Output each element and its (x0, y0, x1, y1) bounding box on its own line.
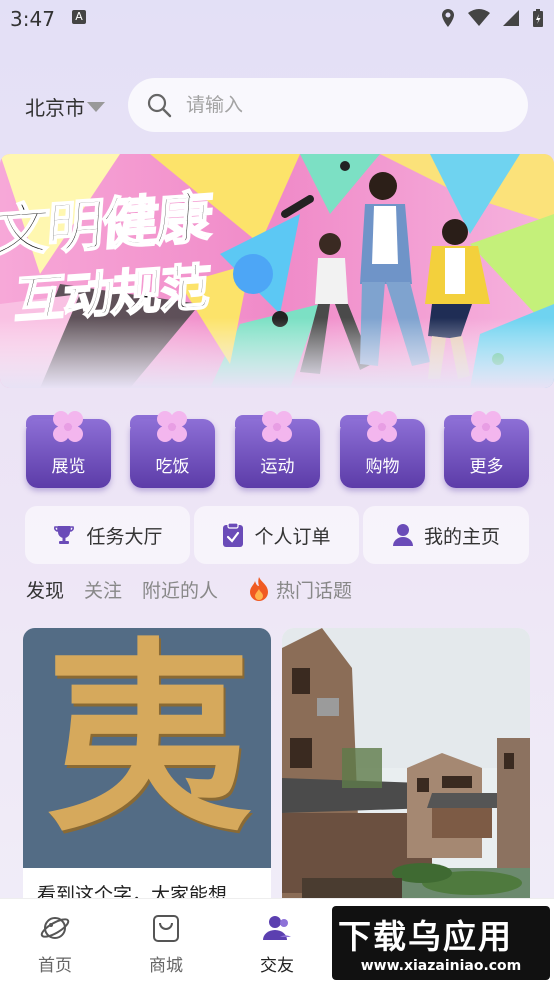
nav-home-label: 首页 (38, 956, 72, 976)
my-orders-button[interactable]: 个人订单 (194, 506, 359, 564)
friends-icon (263, 916, 291, 940)
tab-nearby[interactable]: 附近的人 (142, 576, 218, 603)
search-icon (147, 93, 172, 118)
category-label: 展览 (51, 457, 86, 477)
category-label: 吃饭 (155, 457, 190, 477)
signal-icon (503, 10, 519, 26)
watermark: 下载乌应用 www.xiazainiao.com (332, 906, 550, 980)
my-homepage-button[interactable]: 我的主页 (363, 506, 529, 564)
category-food[interactable]: 吃饭 (130, 407, 215, 488)
flower-icon (262, 411, 292, 442)
search-input[interactable] (186, 94, 506, 116)
category-more[interactable]: 更多 (444, 407, 529, 488)
user-icon (392, 524, 413, 546)
my-orders-label: 个人订单 (254, 525, 331, 548)
nav-mall[interactable]: 商城 (126, 911, 206, 976)
post-image (282, 628, 530, 918)
flower-icon (471, 411, 501, 442)
tab-following[interactable]: 关注 (84, 576, 122, 603)
my-homepage-label: 我的主页 (423, 525, 500, 548)
status-time: 3:47 (10, 7, 55, 31)
battery-icon (533, 9, 543, 27)
trophy-icon (54, 526, 75, 544)
city-label: 北京市 (25, 96, 85, 120)
watermark-title: 下载乌应用 (338, 917, 513, 956)
category-grid: 展览 吃饭 运动 购物 更多 (26, 407, 530, 489)
flower-icon (367, 411, 397, 442)
post-image-glyph: 夷 (46, 628, 252, 860)
chevron-down-icon (87, 101, 105, 112)
bag-icon (153, 915, 179, 942)
city-selector[interactable]: 北京市 (25, 92, 105, 121)
nav-friends-label: 交友 (260, 956, 294, 976)
fire-icon (250, 577, 269, 601)
nav-friends[interactable]: 交友 (237, 911, 317, 976)
task-hall-button[interactable]: 任务大厅 (25, 506, 190, 564)
search-bar[interactable] (128, 78, 528, 132)
watermark-url: www.xiazainiao.com (360, 958, 522, 974)
category-exhibition[interactable]: 展览 (26, 407, 111, 488)
category-shopping[interactable]: 购物 (340, 407, 425, 488)
flower-icon (157, 411, 187, 442)
task-hall-label: 任务大厅 (86, 525, 163, 548)
clipboard-icon (223, 522, 244, 547)
banner-headline-2: 互动规范 (12, 257, 212, 330)
feed-tabs: 发现 关注 附近的人 热门话题 (26, 574, 352, 604)
post-card[interactable]: 夷 看到这个字，大家能想 (23, 628, 271, 918)
category-label: 运动 (260, 457, 295, 477)
status-icons (440, 7, 544, 29)
category-label: 更多 (469, 457, 504, 477)
nav-home[interactable]: 首页 (15, 911, 95, 976)
status-bar: 3:47 A (0, 0, 554, 36)
promo-banner[interactable]: 文明健康 互动规范 (0, 154, 554, 388)
category-label: 购物 (365, 457, 400, 477)
tab-discover[interactable]: 发现 (26, 576, 64, 603)
tab-hot-topics[interactable]: 热门话题 (248, 576, 352, 603)
flower-icon (53, 411, 83, 442)
location-icon (442, 9, 454, 27)
category-sports[interactable]: 运动 (235, 407, 320, 488)
post-card[interactable] (282, 628, 530, 918)
notification-icon: A (72, 10, 86, 24)
hot-topics-label: 热门话题 (276, 579, 353, 602)
planet-icon (40, 917, 70, 939)
wifi-icon (468, 9, 490, 26)
nav-mall-label: 商城 (149, 956, 183, 976)
